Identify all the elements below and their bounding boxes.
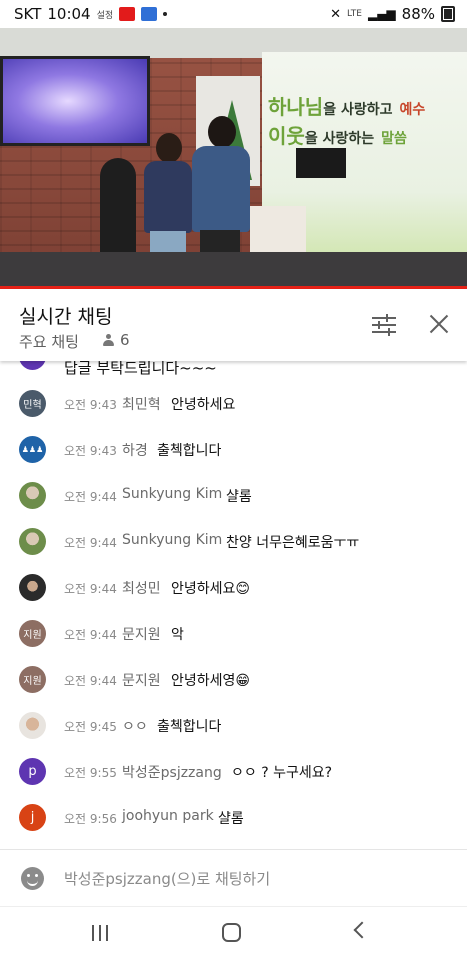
message-time: 오전 9:43 bbox=[64, 398, 117, 412]
message-time: 오전 9:45 bbox=[64, 720, 117, 734]
message-text: 답글 부탁드립니다~~~ bbox=[64, 361, 217, 377]
chat-title: 실시간 채팅 bbox=[19, 306, 113, 328]
system-nav-bar bbox=[0, 906, 467, 960]
back-icon[interactable] bbox=[353, 921, 371, 939]
app-notification-icon bbox=[141, 7, 158, 21]
chat-message[interactable]: 오전 9:44 Sunkyung Kim 찬양 너무은혜로움ㅜㅠ bbox=[0, 521, 467, 567]
viewer-count-value: 6 bbox=[120, 331, 130, 349]
message-author: joohyun park bbox=[122, 808, 214, 824]
message-author: 하경 bbox=[122, 443, 148, 459]
message-text: 찬양 너무은혜로움ㅜㅠ bbox=[226, 535, 360, 551]
chat-input[interactable] bbox=[64, 867, 444, 891]
message-time: 오전 9:44 bbox=[64, 490, 117, 504]
network-label: LTE bbox=[347, 9, 362, 19]
viewer-count: 6 bbox=[103, 331, 130, 349]
clock: 10:04 bbox=[47, 5, 91, 23]
message-text: 출첵합니다 bbox=[157, 719, 222, 735]
message-author: Sunkyung Kim bbox=[122, 486, 223, 502]
message-time: 오전 9:55 bbox=[64, 766, 117, 780]
message-text: 악 bbox=[171, 627, 184, 643]
chat-message-partial: 답글 부탁드립니다~~~ bbox=[0, 361, 467, 377]
message-text: 샬롬 bbox=[226, 489, 252, 505]
filter-settings-icon[interactable] bbox=[372, 313, 396, 336]
message-text: 샬롬 bbox=[218, 811, 244, 827]
message-author: 박성준psjzzang bbox=[122, 765, 222, 781]
chat-input-bar bbox=[0, 849, 467, 906]
message-author: 최성민 bbox=[122, 581, 161, 597]
settings-label: 설정 bbox=[96, 10, 114, 21]
chat-message[interactable]: ♟♟♟ 오전 9:43 하경 출첵합니다 bbox=[0, 429, 467, 475]
person-icon bbox=[103, 333, 114, 347]
projector-screen bbox=[0, 56, 150, 146]
emoji-icon[interactable] bbox=[21, 867, 44, 890]
stage-floor bbox=[0, 252, 467, 288]
avatar: ♟♟♟ bbox=[19, 436, 46, 463]
avatar: 민혁 bbox=[19, 390, 46, 417]
recent-apps-icon[interactable] bbox=[92, 925, 110, 941]
message-time: 오전 9:44 bbox=[64, 628, 117, 642]
chat-message[interactable]: 지원 오전 9:44 문지원 안녕하세영😁 bbox=[0, 659, 467, 705]
battery-percent: 88% bbox=[401, 5, 435, 23]
avatar: j bbox=[19, 804, 46, 831]
avatar bbox=[19, 574, 46, 601]
battery-icon bbox=[441, 6, 455, 22]
avatar bbox=[19, 482, 46, 509]
chat-message[interactable]: 지원 오전 9:44 문지원 악 bbox=[0, 613, 467, 659]
avatar: p bbox=[19, 758, 46, 785]
chat-message[interactable]: 민혁 오전 9:43 최민혁 안녕하세요 bbox=[0, 383, 467, 429]
avatar: 지원 bbox=[19, 620, 46, 647]
chat-mode-dropdown[interactable]: 주요 채팅 bbox=[19, 331, 79, 352]
message-time: 오전 9:44 bbox=[64, 582, 117, 596]
message-author: 문지원 bbox=[122, 673, 161, 689]
chat-message[interactable]: p 오전 9:55 박성준psjzzang ㅇㅇ ? 누구세요? bbox=[0, 751, 467, 797]
avatar: 지원 bbox=[19, 666, 46, 693]
close-icon[interactable] bbox=[428, 313, 450, 335]
message-author: 문지원 bbox=[122, 627, 161, 643]
chat-message-list[interactable]: 답글 부탁드립니다~~~ 민혁 오전 9:43 최민혁 안녕하세요 ♟♟♟ 오전… bbox=[0, 361, 467, 849]
message-text: 안녕하세요😊 bbox=[171, 581, 250, 597]
banner-text: 하나님을 사랑하고 예수 이웃을 사랑하는 말씀 bbox=[268, 95, 426, 148]
avatar bbox=[19, 528, 46, 555]
message-text: 출첵합니다 bbox=[157, 443, 222, 459]
message-text: ㅇㅇ ? 누구세요? bbox=[231, 765, 333, 781]
mute-icon: ✕ bbox=[330, 6, 341, 22]
avatar bbox=[19, 361, 46, 370]
home-icon[interactable] bbox=[222, 923, 241, 942]
message-time: 오전 9:56 bbox=[64, 812, 117, 826]
message-time: 오전 9:44 bbox=[64, 674, 117, 688]
video-player[interactable]: 하나님을 사랑하고 예수 이웃을 사랑하는 말씀 bbox=[0, 28, 467, 288]
signal-icon: ▂▄▆ bbox=[367, 7, 396, 21]
message-text: 안녕하세영😁 bbox=[171, 673, 250, 689]
chat-message[interactable]: j 오전 9:56 joohyun park 샬롬 bbox=[0, 797, 467, 843]
message-time: 오전 9:43 bbox=[64, 444, 117, 458]
chat-header: 실시간 채팅 주요 채팅 6 bbox=[0, 289, 467, 361]
megaphone-icon bbox=[119, 7, 136, 21]
chat-message[interactable]: 오전 9:45 ㅇㅇ 출첵합니다 bbox=[0, 705, 467, 751]
chat-message[interactable]: 오전 9:44 Sunkyung Kim 샬롬 bbox=[0, 475, 467, 521]
more-notifications-icon bbox=[163, 12, 168, 16]
music-stand bbox=[296, 148, 346, 178]
message-author: 최민혁 bbox=[122, 397, 161, 413]
carrier-label: SKT bbox=[14, 5, 42, 23]
status-bar: SKT 10:04 설정 ✕ LTE ▂▄▆ 88% bbox=[0, 0, 467, 28]
avatar bbox=[19, 712, 46, 739]
message-text: 안녕하세요 bbox=[171, 397, 236, 413]
chat-message[interactable]: 오전 9:44 최성민 안녕하세요😊 bbox=[0, 567, 467, 613]
message-author: Sunkyung Kim bbox=[122, 532, 223, 548]
message-time: 오전 9:44 bbox=[64, 536, 117, 550]
message-author: ㅇㅇ bbox=[122, 719, 148, 735]
